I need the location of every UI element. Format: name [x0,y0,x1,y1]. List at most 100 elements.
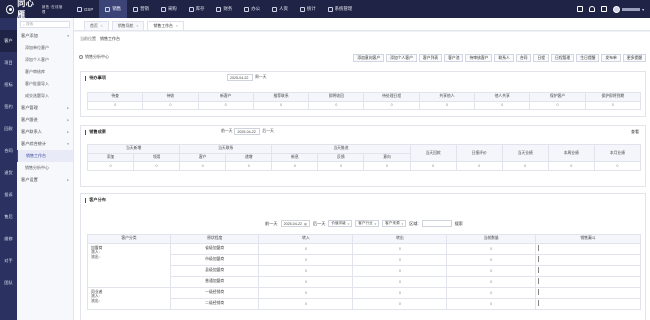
perf-value[interactable]: 0 [501,161,549,171]
perf-value[interactable]: 0 [409,161,457,171]
menu-item[interactable]: 客户批量导入 [17,78,73,90]
quick-button[interactable]: 更多提醒 [622,54,646,62]
todo-value[interactable]: 0 [529,100,586,110]
nav-item-marketing[interactable]: 营销 [127,0,155,18]
menu-item[interactable]: 添加单位客户 [17,42,73,54]
menu-group[interactable]: 客户管理 ▸ [17,102,73,114]
menu-item[interactable]: 添加个人客户 [17,54,73,66]
quick-button[interactable]: 生日提醒 [576,54,600,62]
menu-item[interactable]: 成交选题导入 [17,90,73,102]
nav-item-finance[interactable]: 财务 [210,0,238,18]
menu-item[interactable]: 销售工作台 [17,150,73,162]
dist-value[interactable]: 0 [446,253,536,266]
nav-item-stats[interactable]: 统计 [294,0,322,18]
perf-next-day[interactable]: 后一天 [262,129,273,134]
rail-item[interactable]: 招标 [0,74,17,96]
todo-range[interactable]: 周一天 [255,75,266,80]
dist-value[interactable]: 0 [352,297,448,310]
todo-value[interactable]: 0 [252,100,310,110]
perf-value[interactable]: 0 [225,161,273,171]
quick-button[interactable]: 客户列表 [418,54,443,62]
todo-value[interactable]: 0 [197,100,254,110]
close-icon[interactable]: × [136,24,138,28]
rail-item[interactable]: 售后 [0,206,17,228]
rail-item[interactable]: 签约 [0,96,17,118]
dist-value[interactable]: 0 [258,242,354,255]
todo-value[interactable]: 0 [363,100,420,110]
perf-value[interactable]: 0 [179,161,227,171]
fullscreen-icon[interactable] [601,6,608,12]
dist-value[interactable]: 0 [258,275,354,288]
nav-item-office[interactable]: 办公 [238,0,266,18]
dist-next-day[interactable]: 后一天 [313,221,326,227]
perf-value[interactable]: 0 [593,161,642,171]
perf-view-link[interactable]: 查看 [631,129,639,135]
dist-date[interactable]: 2025-04-22 ▦ [280,220,310,227]
dist-filter-select[interactable]: 价值评级 ▾ [328,220,353,227]
message-icon[interactable] [577,6,584,12]
nav-item-gsp[interactable]: GSP [71,0,99,18]
rail-item[interactable]: 项目 [0,52,17,74]
nav-item-purchase[interactable]: 采购 [155,0,183,18]
menu-group[interactable]: 客户跟进 ▸ [17,114,73,126]
quick-button[interactable]: 日程 [533,54,550,62]
menu-group[interactable]: 客户添加 ▾ [17,30,73,42]
nav-item-system[interactable]: 系统管理 [322,0,359,18]
menu-group[interactable]: 客户联系人 ▸ [17,126,73,138]
menu-group[interactable]: 客户综合统计 ▾ [17,138,73,150]
perf-value[interactable]: 0 [455,161,503,171]
rail-item[interactable]: 对手 [0,250,17,272]
analysis-radio[interactable]: 销售分析中心 [79,54,109,60]
menu-group[interactable]: 客户设置 ▸ [17,174,73,186]
close-icon[interactable]: × [176,24,178,28]
nav-item-stock[interactable]: 库存 [183,0,211,18]
quick-button[interactable]: 添加意向客户 [353,54,385,62]
todo-value[interactable]: 0 [474,100,531,110]
perf-value[interactable]: 0 [86,161,135,171]
perf-value[interactable]: 0 [133,161,181,171]
dist-value[interactable]: 0 [446,286,536,299]
quick-button[interactable]: 客户池 [444,54,464,62]
dist-value[interactable]: 0 [352,253,448,266]
dist-value[interactable]: 0 [446,242,536,255]
perf-value[interactable]: 0 [271,161,319,171]
quick-button[interactable]: 合同 [515,54,532,62]
menu-item[interactable]: 销售分析中心 [17,162,73,174]
dist-value[interactable]: 0 [352,275,448,288]
tab[interactable]: 销售工作台 × [147,21,184,30]
perf-prev-day[interactable]: 前一天 [221,129,232,134]
rail-item[interactable]: 维修 [0,228,17,250]
rail-item[interactable]: 团队 [0,272,17,294]
todo-value[interactable]: 0 [142,100,199,110]
todo-value[interactable]: 0 [584,100,642,110]
dist-value[interactable]: 0 [446,297,536,310]
dist-filter-select[interactable]: 客户来源 ▾ [382,220,407,227]
rail-item[interactable]: 客户 [0,30,17,52]
dist-value[interactable]: 0 [446,275,536,288]
user-menu[interactable]: ▾ [613,5,644,13]
tab[interactable]: 销售导航 × [111,21,145,30]
quick-button[interactable]: 联系人 [494,54,514,62]
nav-item-hr[interactable]: 人资 [266,0,294,18]
menu-item[interactable]: 客户审核库 [17,66,73,78]
quick-button[interactable]: 发布单 [601,54,621,62]
perf-date[interactable]: 2025-04-22 [234,128,261,135]
dist-value[interactable]: 0 [352,286,448,299]
app-logo[interactable]: 同心雁 销售·在线管理 [0,0,64,19]
dist-value[interactable]: 0 [258,264,354,277]
rail-item[interactable]: 投诉 [0,184,17,206]
dist-value[interactable]: 0 [258,286,354,299]
todo-value[interactable]: 0 [308,100,365,110]
perf-value[interactable]: 0 [363,161,411,171]
perf-value[interactable]: 0 [547,161,595,171]
perf-value[interactable]: 0 [317,161,365,171]
dist-value[interactable]: 0 [446,264,536,277]
dist-value[interactable]: 0 [352,242,448,255]
dist-value[interactable]: 0 [258,253,354,266]
nav-item-sales[interactable]: 销售 [99,0,128,18]
dist-value[interactable]: 0 [258,297,354,310]
area-input[interactable] [421,220,452,227]
todo-value[interactable]: 0 [86,100,144,110]
menu-search-input[interactable]: ⌕ 搜索 [20,21,70,28]
rail-item[interactable]: 合同 [0,140,17,162]
